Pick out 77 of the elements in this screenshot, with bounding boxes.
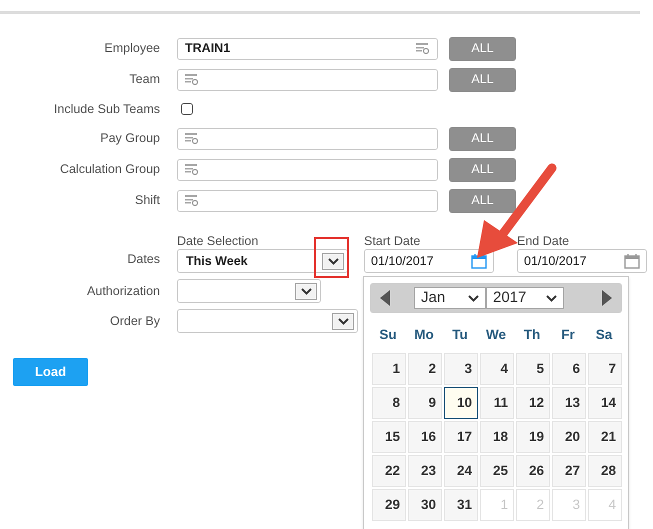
checkbox[interactable]: [181, 103, 193, 115]
calendar-day[interactable]: 17: [444, 421, 478, 454]
weekday-label: We: [484, 326, 507, 344]
field-value: TRAIN1: [185, 40, 230, 58]
calendar-day[interactable]: 22: [372, 455, 406, 488]
field-label: Team: [128, 71, 160, 88]
previous-month-icon[interactable]: [380, 290, 390, 306]
dropdown[interactable]: [177, 309, 358, 333]
lookup-field[interactable]: TRAIN1: [177, 38, 438, 60]
calendar-day[interactable]: 7: [588, 353, 622, 386]
caret-icon: [322, 253, 344, 270]
calendar-day[interactable]: 23: [408, 455, 442, 488]
highlight-box: [314, 237, 349, 278]
calendar-day[interactable]: 13: [552, 387, 586, 420]
calendar-day[interactable]: 8: [372, 387, 406, 420]
lookup-icon[interactable]: [185, 194, 199, 207]
end-date-label: End Date: [517, 234, 570, 248]
calendar-day[interactable]: 15: [372, 421, 406, 454]
calendar-day[interactable]: 18: [480, 421, 514, 454]
caret-icon: [546, 294, 557, 302]
calendar-day[interactable]: 2: [408, 353, 442, 386]
field-label: Dates: [126, 251, 160, 268]
calendar-day[interactable]: 24: [444, 455, 478, 488]
calendar-day[interactable]: 9: [408, 387, 442, 420]
lookup-field[interactable]: [177, 128, 438, 150]
calendar-day[interactable]: 29: [372, 489, 406, 522]
lookup-icon[interactable]: [185, 163, 199, 176]
field-label: Include Sub Teams: [52, 100, 160, 118]
field-label: Calculation Group: [58, 161, 160, 178]
calendar-day[interactable]: 6: [552, 353, 586, 386]
date-selection-label: Date Selection: [177, 234, 260, 248]
weekday-label: Sa: [594, 326, 614, 344]
calendar-day[interactable]: 4: [480, 353, 514, 386]
weekday-label: Fr: [560, 326, 576, 344]
calendar-day[interactable]: 14: [588, 387, 622, 420]
field-label: Order By: [108, 312, 160, 330]
next-month-icon[interactable]: [602, 290, 612, 306]
lookup-field[interactable]: [177, 68, 438, 90]
year-dropdown[interactable]: 2017: [486, 287, 564, 309]
calendar-day[interactable]: 20: [552, 421, 586, 454]
lookup-field[interactable]: [177, 158, 438, 180]
month-dropdown[interactable]: Jan: [414, 287, 486, 309]
weekday-label: Mo: [413, 326, 435, 344]
weekday-label: Th: [522, 326, 542, 344]
start-date-label: Start Date: [364, 234, 422, 248]
calendar-day[interactable]: 10: [444, 387, 478, 420]
field-label: Pay Group: [99, 130, 160, 148]
calendar-icon[interactable]: [624, 254, 640, 268]
field-label: Employee: [103, 40, 160, 58]
calendar-day[interactable]: 5: [516, 353, 550, 386]
calendar-day[interactable]: 25: [480, 455, 514, 488]
end-date-field[interactable]: 01/10/2017: [517, 249, 647, 273]
lookup-icon[interactable]: [416, 42, 430, 55]
field-label: Authorization: [86, 282, 160, 300]
weekday-label: Tu: [451, 326, 469, 344]
calendar-day[interactable]: 21: [588, 421, 622, 454]
lookup-icon[interactable]: [185, 132, 199, 145]
calendar-day[interactable]: 16: [408, 421, 442, 454]
caret-icon: [468, 294, 479, 302]
weekday-label: Su: [378, 326, 398, 344]
field-label: Shift: [134, 192, 160, 210]
calendar-day[interactable]: 19: [516, 421, 550, 454]
calendar-day[interactable]: 12: [516, 387, 550, 420]
calendar-day[interactable]: 3: [444, 353, 478, 386]
calendar-day[interactable]: 30: [408, 489, 442, 522]
date-selection-dropdown[interactable]: This Week: [177, 249, 348, 273]
calendar-day[interactable]: 31: [444, 489, 478, 522]
lookup-icon[interactable]: [185, 73, 199, 86]
caret-icon: [332, 313, 354, 330]
lookup-field[interactable]: [177, 190, 438, 212]
calendar-day[interactable]: 11: [480, 387, 514, 420]
dropdown[interactable]: [177, 279, 321, 303]
caret-icon: [295, 283, 317, 300]
calendar-day[interactable]: 26: [516, 455, 550, 488]
calendar-day[interactable]: 1: [372, 353, 406, 386]
calendar-day[interactable]: 27: [552, 455, 586, 488]
calendar-day[interactable]: 28: [588, 455, 622, 488]
